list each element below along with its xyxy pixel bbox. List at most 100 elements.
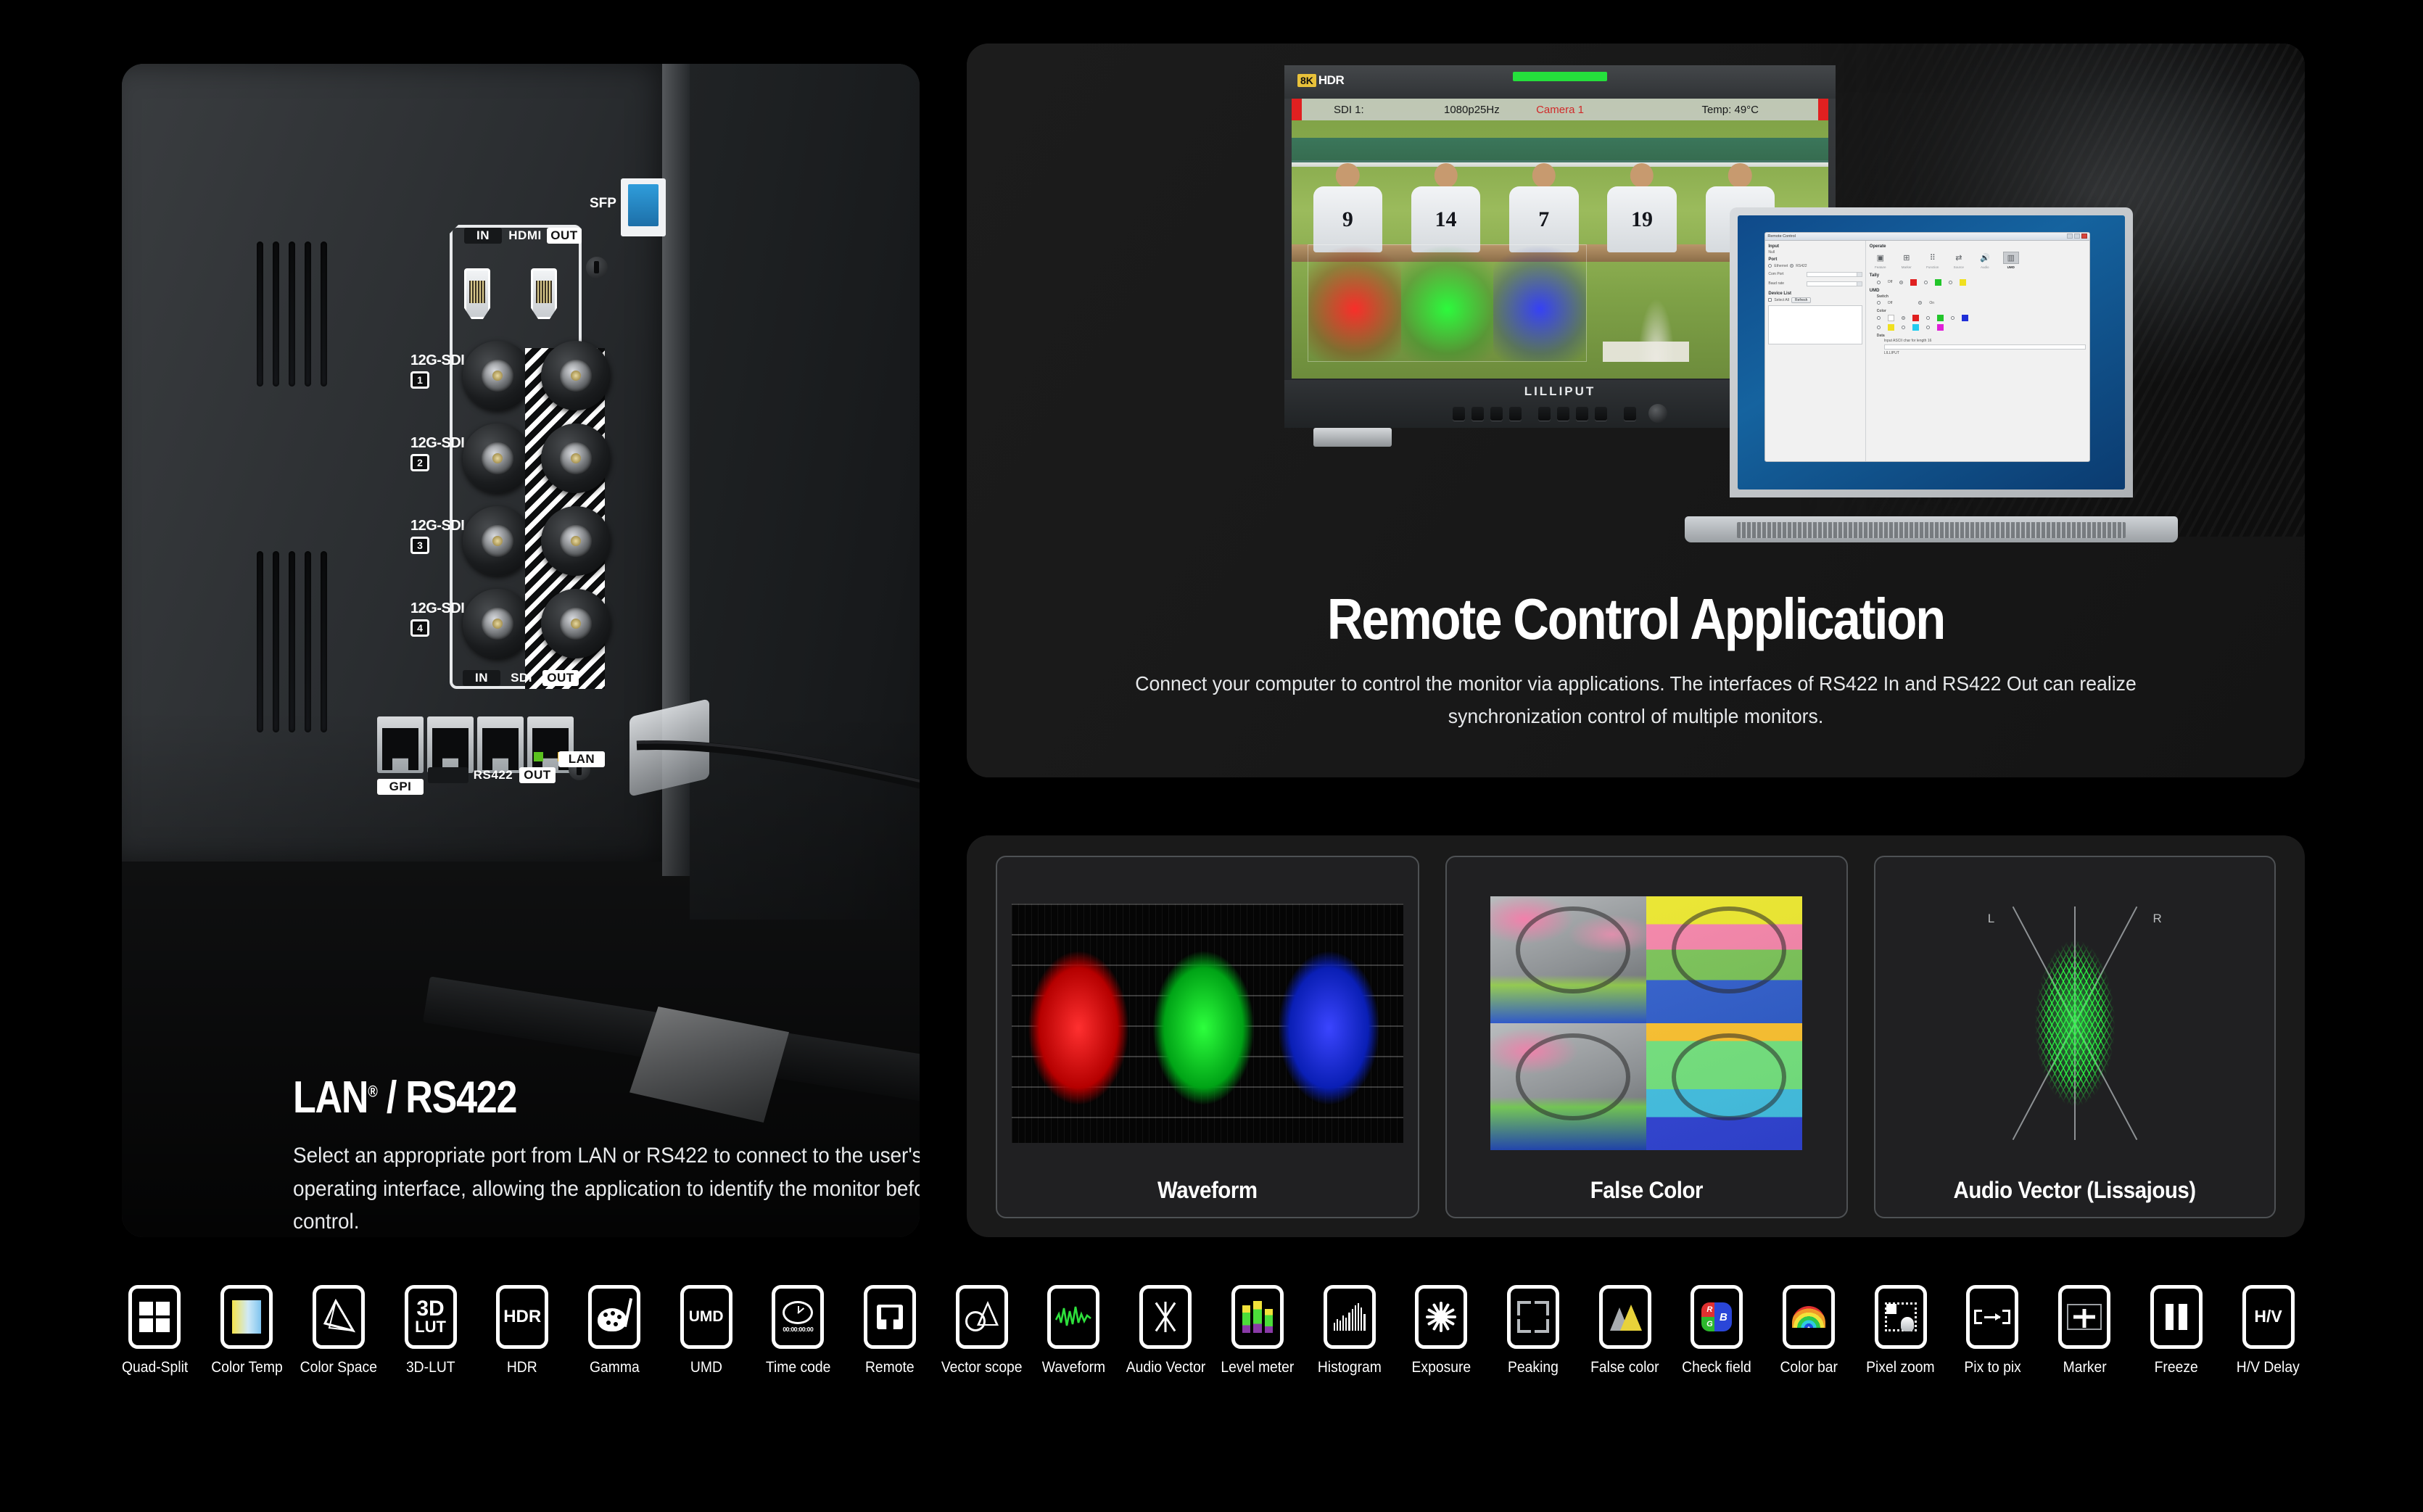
monitor-button[interactable] [1509,406,1522,421]
rs422-radio[interactable] [1790,264,1794,268]
feature-hv-delay[interactable]: H/V H/V Delay [2222,1285,2314,1376]
toolbar-source-button[interactable]: ⇄ Source [1948,251,1970,270]
feature-peaking[interactable]: Peaking [1487,1285,1580,1376]
sdi-in-bnc-1[interactable] [463,341,532,410]
feature-marker[interactable]: Marker [2039,1285,2131,1376]
sdi-out-bnc-4[interactable] [541,589,611,658]
feature-level-meter[interactable]: Level meter [1212,1285,1304,1376]
monitor-button[interactable] [1595,406,1607,421]
feature-time-code[interactable]: 00:00:00:00 Time code [752,1285,844,1376]
tally-off-radio[interactable] [1876,280,1881,284]
color-swatch-blue[interactable] [1961,314,1968,321]
jersey-number: 9 [1313,186,1383,253]
feature-umd[interactable]: UMD UMD [660,1285,752,1376]
rs422-label: RS422 [473,768,513,782]
feature-pixel-zoom[interactable]: Pixel zoom [1854,1285,1947,1376]
monitor-jog-knob[interactable] [1648,404,1667,423]
color-swatch-cyan[interactable] [1912,323,1919,331]
toolbar-umd-button[interactable]: ▥ UMD [2000,251,2022,270]
select-all-checkbox[interactable] [1768,298,1772,302]
input-value: Null [1768,249,1775,255]
toolbar-label: UMD [2007,265,2015,269]
feature-exposure[interactable]: Exposure [1395,1285,1487,1376]
window-controls[interactable] [2066,234,2087,239]
feature-hdr[interactable]: HDR HDR [476,1285,569,1376]
color-swatch-red[interactable] [1912,314,1919,321]
tally-red-radio[interactable] [1899,280,1904,284]
tally-swatch-yellow[interactable] [1960,278,1967,286]
rs422-out-port[interactable] [477,716,524,773]
color-swatch-green[interactable] [1936,314,1944,321]
color-green-radio[interactable] [1925,315,1930,320]
hdmi-out-port[interactable] [531,268,557,319]
monitor-button[interactable] [1624,406,1636,421]
refresh-button[interactable]: Refresh [1791,297,1812,303]
sdi-in-bnc-2[interactable] [463,424,532,493]
monitor-button[interactable] [1453,406,1465,421]
monitor-button[interactable] [1557,406,1569,421]
umd-off-radio[interactable] [1876,301,1881,305]
close-icon[interactable] [2081,234,2087,239]
feature-color-bar[interactable]: Color bar [1763,1285,1855,1376]
maximize-icon[interactable] [2073,234,2080,239]
tally-swatch-red[interactable] [1910,278,1918,286]
minimize-icon[interactable] [2066,234,2073,239]
toolbar-audio-button[interactable]: 🔊 Audio [1974,251,1996,270]
umd-text-input[interactable] [1883,344,2086,350]
laptop-keyboard[interactable] [1737,522,2126,538]
com-port-select[interactable] [1806,271,1862,277]
feature-3d-lut[interactable]: 3D LUT 3D-LUT [384,1285,476,1376]
monitor-button[interactable] [1490,406,1503,421]
feature-waveform[interactable]: Waveform [1028,1285,1120,1376]
color-swatch-yellow[interactable] [1887,323,1894,331]
feature-pix-to-pix[interactable]: Pix to pix [1947,1285,2039,1376]
window-titlebar[interactable]: Remote Control [1765,232,2089,241]
tally-swatch-green[interactable] [1935,278,1942,286]
color-red-radio[interactable] [1901,315,1905,320]
baud-rate-select[interactable] [1806,281,1862,286]
feature-vector-scope[interactable]: Vector scope [936,1285,1028,1376]
color-blue-radio[interactable] [1950,315,1955,320]
feature-gamma[interactable]: Gamma [569,1285,661,1376]
monitor-button[interactable] [1471,406,1484,421]
gpi-port[interactable] [377,716,424,773]
feature-freeze[interactable]: Freeze [2131,1285,2223,1376]
umd-text: UMD [688,1308,724,1326]
sdi-out-bnc-2[interactable] [541,424,611,493]
feature-false-color[interactable]: False color [1579,1285,1671,1376]
monitor-button[interactable] [1538,406,1551,421]
device-list-box[interactable] [1768,305,1862,344]
color-swatch-white[interactable] [1887,314,1894,321]
feature-color-temp[interactable]: Color Temp [201,1285,293,1376]
tally-green-radio[interactable] [1924,280,1928,284]
feature-histogram[interactable]: Histogram [1303,1285,1395,1376]
feature-label: UMD [690,1359,722,1376]
ethernet-radio[interactable] [1768,264,1772,268]
feature-audio-vector[interactable]: Audio Vector [1120,1285,1212,1376]
umd-on-radio[interactable] [1918,301,1923,305]
port-radio-group[interactable]: Ethernet RS422 [1768,263,1862,269]
tally-yellow-radio[interactable] [1949,280,1953,284]
sdi-out-bnc-3[interactable] [541,506,611,576]
color-white-radio[interactable] [1876,315,1881,320]
color-yellow-radio[interactable] [1876,325,1881,329]
hdmi-in-port[interactable] [464,268,490,319]
toolbar-marker-button[interactable]: ⊞ Marker [1896,251,1918,270]
color-cyan-radio[interactable] [1901,325,1905,329]
rs422-in-port[interactable] [427,716,474,773]
feature-check-field[interactable]: R G B Check field [1671,1285,1763,1376]
feature-label: Color Space [300,1359,377,1376]
color-magenta-radio[interactable] [1925,325,1930,329]
monitor-button[interactable] [1576,406,1588,421]
toolbar-feature-button[interactable]: ▣ Feature [1870,251,1891,270]
sdi-out-bnc-1[interactable] [541,341,611,410]
toolbar-function-button[interactable]: ⠿ Function [1922,251,1944,270]
sdi-in-bnc-4[interactable] [463,589,532,658]
feature-color-space[interactable]: Color Space [292,1285,384,1376]
color-swatch-magenta[interactable] [1936,323,1944,331]
sfp-port[interactable] [621,178,666,236]
lan-rs422-card: SFP IN HDMI OUT 12G-SDI 1 12G-SDI 2 12G-… [122,64,920,1237]
feature-remote[interactable]: Remote [844,1285,936,1376]
sdi-in-bnc-3[interactable] [463,506,532,576]
feature-quad-split[interactable]: Quad-Split [109,1285,201,1376]
